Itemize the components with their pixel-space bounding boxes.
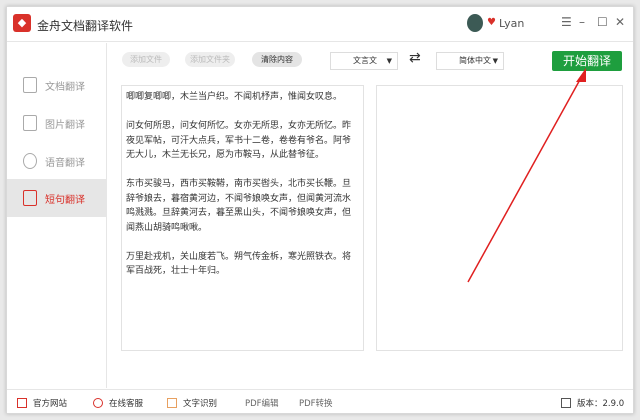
- red-arrow-annotation: [467, 68, 586, 283]
